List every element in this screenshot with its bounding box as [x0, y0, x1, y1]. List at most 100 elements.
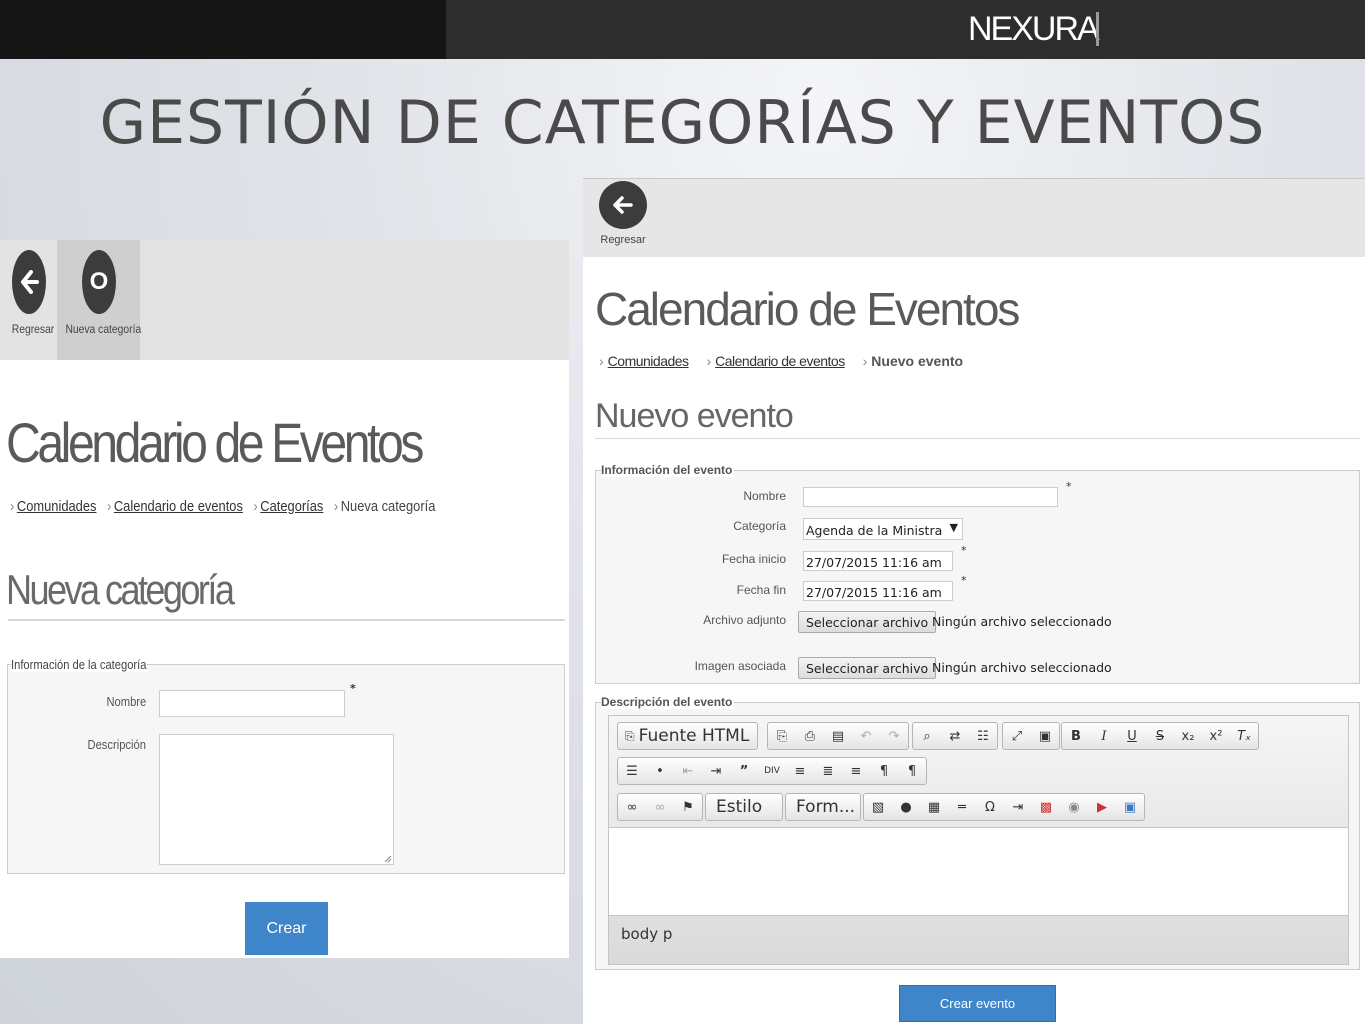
redo-icon[interactable]: ↷: [880, 723, 908, 749]
event-name-input[interactable]: [803, 487, 1058, 507]
blockquote-icon[interactable]: ”: [730, 758, 758, 784]
style-combo[interactable]: Estilo: [705, 793, 783, 821]
left-description-label: Descripción: [87, 737, 146, 752]
left-crumb-calendario[interactable]: Calendario de eventos: [114, 498, 243, 515]
outdent-icon[interactable]: ⇤: [674, 758, 702, 784]
resize-handle-icon[interactable]: [384, 855, 392, 863]
right-back-button[interactable]: Regresar: [599, 181, 647, 246]
toolbar-group-paragraph: ☰ • ⇤ ⇥ ” DIV ≡ ≣ ≡ ¶ ¶: [617, 757, 927, 785]
left-new-category-button[interactable]: O Nueva categoría: [60, 250, 142, 336]
image-select-button[interactable]: Seleccionar archivo: [798, 657, 937, 679]
horizontal-rule-icon[interactable]: ═: [948, 794, 976, 820]
left-screenshot-panel: Regresar O Nueva categoría Calendario de…: [0, 240, 569, 958]
paste-text-icon[interactable]: ▤: [824, 723, 852, 749]
event-description-fieldset: Descripción del evento ⎘ Fuente HTML ⎘ ⎙…: [595, 695, 1360, 970]
copy-icon[interactable]: ⎘: [768, 723, 796, 749]
event-start-required: *: [961, 544, 967, 557]
event-category-select[interactable]: Agenda de la Ministra ▼: [803, 518, 963, 540]
left-crumb-comunidades[interactable]: Comunidades: [17, 498, 97, 515]
chevron-right-icon: ›: [599, 353, 604, 369]
indent-icon[interactable]: ⇥: [702, 758, 730, 784]
table-icon[interactable]: ▦: [920, 794, 948, 820]
bold-icon[interactable]: B: [1062, 723, 1090, 749]
right-back-label: Regresar: [600, 234, 646, 246]
italic-icon[interactable]: I: [1090, 723, 1118, 749]
attachment-status: Ningún archivo seleccionado: [932, 614, 1112, 629]
right-breadcrumb: › Comunidades › Calendario de eventos › Nue…: [599, 353, 977, 369]
attachment-select-button[interactable]: Seleccionar archivo: [798, 611, 937, 633]
left-crumb-categorias[interactable]: Categorías: [260, 498, 323, 515]
left-new-category-label: Nueva categoría: [65, 322, 142, 336]
undo-icon[interactable]: ↶: [852, 723, 880, 749]
left-name-label: Nombre: [106, 694, 146, 709]
editor-content-area[interactable]: [609, 827, 1348, 915]
page-break-icon[interactable]: ⇥: [1004, 794, 1032, 820]
slide-title: GESTIÓN DE CATEGORÍAS Y EVENTOS: [99, 88, 1266, 158]
left-section-title: Nueva categoría: [6, 566, 235, 613]
youtube-icon[interactable]: ▶: [1088, 794, 1116, 820]
new-category-icon: O: [82, 250, 116, 314]
left-description-textarea[interactable]: [159, 734, 394, 865]
format-combo[interactable]: Form...: [785, 793, 861, 821]
left-create-button[interactable]: Crear: [245, 902, 328, 955]
event-start-input[interactable]: 27/07/2015 11:16 am: [803, 551, 953, 571]
source-html-button[interactable]: Fuente HTML: [635, 726, 758, 746]
left-toolbar: Regresar O Nueva categoría: [0, 240, 569, 360]
top-bar: NEXURA: [0, 0, 1365, 59]
maximize-icon[interactable]: ⤢: [1003, 723, 1031, 749]
align-center-icon[interactable]: ≣: [814, 758, 842, 784]
file-browser-icon[interactable]: ▣: [1116, 794, 1144, 820]
left-breadcrumb: › Comunidades › Calendario de eventos › Cat…: [10, 498, 435, 515]
remove-format-icon[interactable]: Tₓ: [1230, 723, 1258, 749]
link-icon[interactable]: ∞: [618, 794, 646, 820]
rich-text-editor: ⎘ Fuente HTML ⎘ ⎙ ▤ ↶ ↷ ⌕ ⇄ ☷ ⤢ ▣ B I U …: [608, 715, 1349, 965]
underline-icon[interactable]: U: [1118, 723, 1146, 749]
rtl-icon[interactable]: ¶: [898, 758, 926, 784]
ltr-icon[interactable]: ¶: [870, 758, 898, 784]
top-bar-dark-section: [0, 0, 446, 59]
special-char-icon[interactable]: Ω: [976, 794, 1004, 820]
toolbar-group-insert: ▧ ● ▦ ═ Ω ⇥ ▩ ◉ ▶ ▣: [863, 793, 1145, 821]
image-icon[interactable]: ▧: [864, 794, 892, 820]
right-page-title: Calendario de Eventos: [595, 283, 1020, 335]
toolbar-group-view: ⤢ ▣: [1002, 722, 1060, 750]
media-icon[interactable]: ◉: [1060, 794, 1088, 820]
chevron-right-icon: ›: [10, 498, 15, 515]
select-all-icon[interactable]: ☷: [969, 723, 997, 749]
left-back-button[interactable]: Regresar: [9, 250, 54, 336]
bulleted-list-icon[interactable]: •: [646, 758, 674, 784]
chevron-right-icon: ›: [862, 353, 868, 369]
toolbar-group-find: ⌕ ⇄ ☷: [912, 722, 998, 750]
anchor-flag-icon[interactable]: ⚑: [674, 794, 702, 820]
subscript-icon[interactable]: x₂: [1174, 723, 1202, 749]
event-category-label: Categoría: [733, 519, 786, 533]
left-name-required: *: [350, 682, 356, 695]
left-name-input[interactable]: [159, 690, 345, 717]
right-crumb-calendario[interactable]: Calendario de eventos: [715, 353, 845, 369]
paste-icon[interactable]: ⎙: [796, 723, 824, 749]
right-screenshot-panel: Regresar Calendario de Eventos › Comunida…: [583, 178, 1365, 1024]
strikethrough-icon[interactable]: S: [1146, 723, 1174, 749]
flash-icon[interactable]: ●: [892, 794, 920, 820]
show-blocks-icon[interactable]: ▣: [1031, 723, 1059, 749]
toolbar-group-basicstyles: B I U S x₂ x² Tₓ: [1061, 722, 1259, 750]
superscript-icon[interactable]: x²: [1202, 723, 1230, 749]
create-event-button[interactable]: Crear evento: [899, 985, 1056, 1022]
right-crumb-comunidades[interactable]: Comunidades: [608, 353, 689, 369]
unlink-icon[interactable]: ∞: [646, 794, 674, 820]
chevron-right-icon: ›: [706, 353, 712, 369]
align-left-icon[interactable]: ≡: [786, 758, 814, 784]
search-icon[interactable]: ⌕: [913, 723, 941, 749]
pdf-icon[interactable]: ▩: [1032, 794, 1060, 820]
numbered-list-icon[interactable]: ☰: [618, 758, 646, 784]
back-arrow-icon: [599, 181, 647, 229]
div-icon[interactable]: DIV: [758, 758, 786, 784]
replace-icon[interactable]: ⇄: [941, 723, 969, 749]
right-crumb-current: Nuevo evento: [871, 353, 964, 369]
editor-element-path: body p: [609, 915, 1348, 951]
event-end-input[interactable]: 27/07/2015 11:16 am: [803, 581, 953, 601]
align-right-icon[interactable]: ≡: [842, 758, 870, 784]
event-name-required: *: [1066, 480, 1072, 493]
image-status: Ningún archivo seleccionado: [932, 660, 1112, 675]
event-name-label: Nombre: [743, 489, 786, 503]
